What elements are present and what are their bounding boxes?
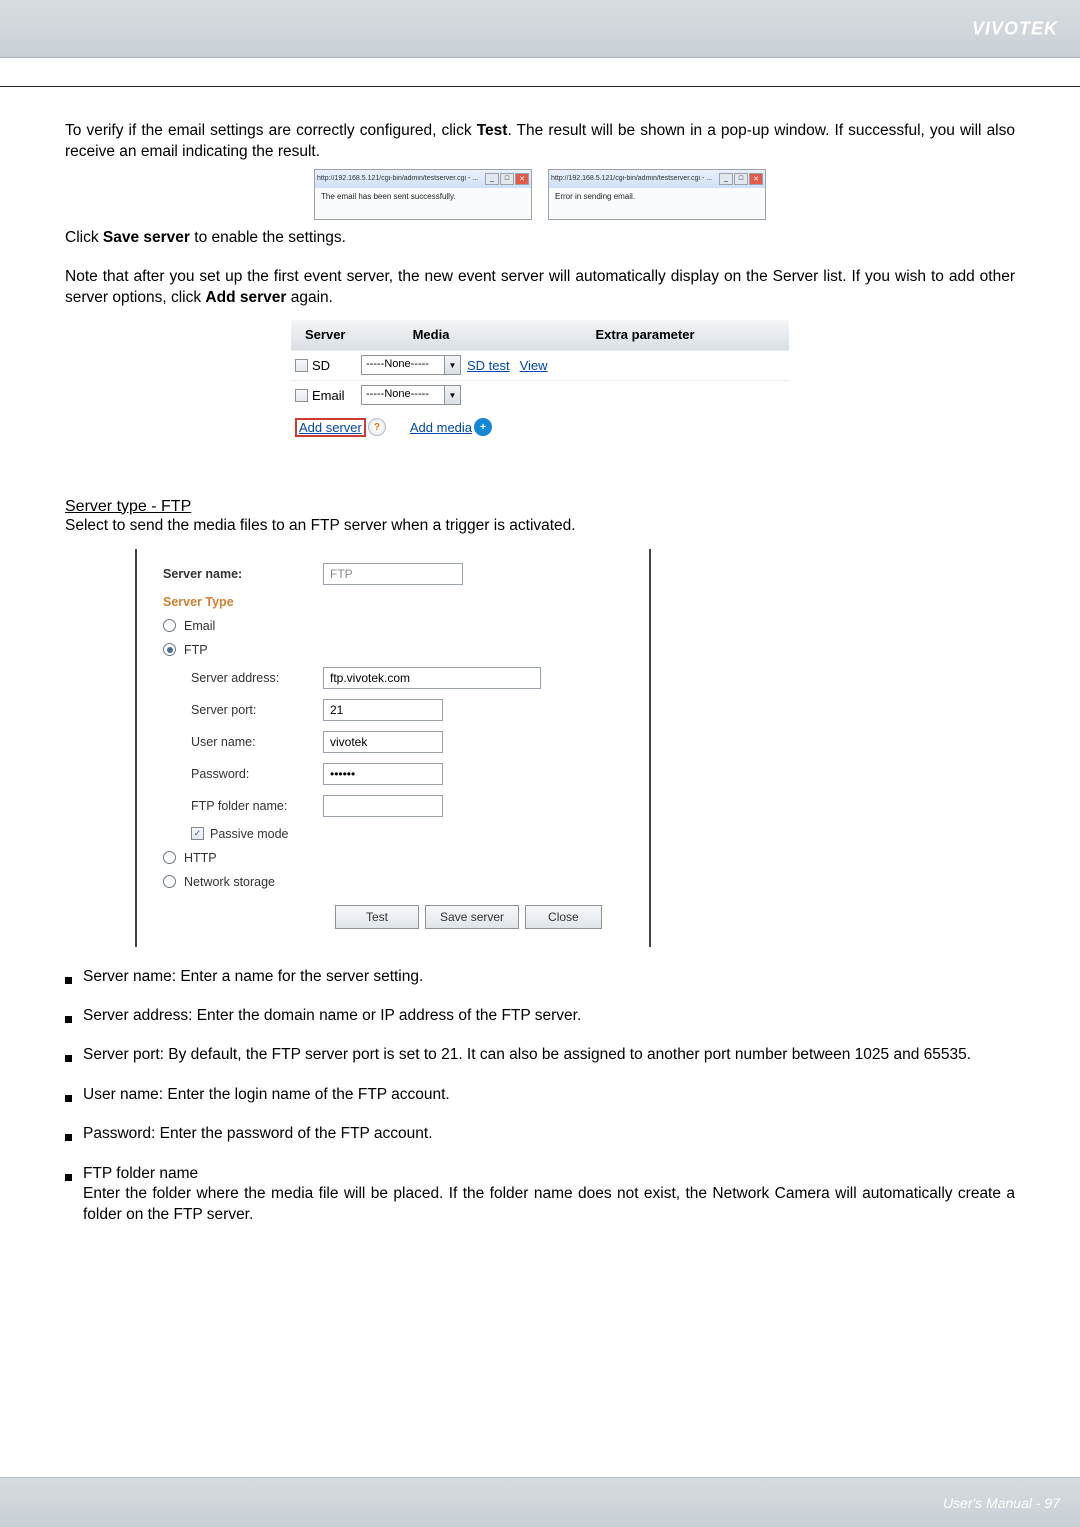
user-label: User name: bbox=[163, 735, 323, 749]
user-input[interactable] bbox=[323, 731, 443, 753]
add-media-link[interactable]: Add media bbox=[410, 420, 472, 435]
row-sd: SD -----None----- ▼ SD test View bbox=[291, 350, 789, 380]
addr-label: Server address: bbox=[163, 671, 323, 685]
pass-input[interactable] bbox=[323, 763, 443, 785]
close-button[interactable]: Close bbox=[525, 905, 602, 929]
minimize-icon[interactable]: _ bbox=[485, 173, 499, 185]
bullet-server-address: Server address: Enter the domain name or… bbox=[83, 1006, 1015, 1029]
popup-success-body: The email has been sent successfully. bbox=[315, 188, 531, 219]
save-server-button[interactable]: Save server bbox=[425, 905, 519, 929]
sd-media-select[interactable]: -----None----- ▼ bbox=[361, 355, 461, 375]
page-footer: User's Manual - 97 bbox=[0, 1477, 1080, 1527]
bullet-icon bbox=[65, 1174, 72, 1181]
passive-checkbox[interactable]: ✓ bbox=[191, 827, 204, 840]
server-name-input[interactable] bbox=[323, 563, 463, 585]
minimize-icon[interactable]: _ bbox=[719, 173, 733, 185]
opt-ns-label: Network storage bbox=[184, 875, 275, 889]
col-media: Media bbox=[361, 327, 501, 342]
col-extra: Extra parameter bbox=[501, 327, 789, 342]
click-save-paragraph: Click Save server to enable the settings… bbox=[65, 228, 1015, 249]
maximize-icon[interactable]: □ bbox=[500, 173, 514, 185]
popup-error-body: Error in sending email. bbox=[549, 188, 765, 219]
verify-email-paragraph: To verify if the email settings are corr… bbox=[65, 121, 1015, 163]
radio-ftp[interactable] bbox=[163, 643, 176, 656]
email-checkbox[interactable] bbox=[295, 389, 308, 402]
plus-icon[interactable]: + bbox=[474, 418, 492, 436]
ftp-section-title: Server type - FTP bbox=[65, 498, 1015, 516]
sd-label: SD bbox=[312, 358, 330, 373]
bullet-user-name: User name: Enter the login name of the F… bbox=[83, 1085, 1015, 1108]
ftp-field-descriptions: Server name: Enter a name for the server… bbox=[65, 967, 1015, 1226]
bullet-icon bbox=[65, 1095, 72, 1102]
pass-label: Password: bbox=[163, 767, 323, 781]
port-input[interactable] bbox=[323, 699, 443, 721]
folder-label: FTP folder name: bbox=[163, 799, 323, 813]
maximize-icon[interactable]: □ bbox=[734, 173, 748, 185]
popup-error-title: http://192.168.5.121/cgi-bin/admin/tests… bbox=[551, 175, 719, 182]
email-media-select[interactable]: -----None----- ▼ bbox=[361, 385, 461, 405]
server-name-label: Server name: bbox=[163, 567, 323, 581]
opt-email-label: Email bbox=[184, 619, 215, 633]
bullet-server-port: Server port: By default, the FTP server … bbox=[83, 1045, 1015, 1068]
folder-input[interactable] bbox=[323, 795, 443, 817]
test-result-popups: http://192.168.5.121/cgi-bin/admin/tests… bbox=[65, 169, 1015, 220]
header-bar: VIVOTEK bbox=[0, 0, 1080, 58]
passive-label: Passive mode bbox=[210, 827, 289, 841]
chevron-down-icon: ▼ bbox=[444, 356, 460, 374]
col-server: Server bbox=[291, 327, 361, 342]
bullet-server-name: Server name: Enter a name for the server… bbox=[83, 967, 1015, 990]
chevron-down-icon: ▼ bbox=[444, 386, 460, 404]
bullet-icon bbox=[65, 1134, 72, 1141]
add-server-link[interactable]: Add server bbox=[295, 418, 366, 437]
radio-email[interactable] bbox=[163, 619, 176, 632]
bullet-icon bbox=[65, 1055, 72, 1062]
help-icon[interactable]: ? bbox=[368, 418, 386, 436]
sd-view-link[interactable]: View bbox=[520, 358, 548, 373]
addr-input[interactable] bbox=[323, 667, 541, 689]
ftp-panel: Server name: Server Type Email FTP Serve… bbox=[135, 549, 651, 947]
port-label: Server port: bbox=[163, 703, 323, 717]
footer-text: User's Manual - 97 bbox=[943, 1495, 1060, 1511]
opt-http-label: HTTP bbox=[184, 851, 217, 865]
brand-logo: VIVOTEK bbox=[972, 18, 1058, 39]
ftp-section-desc: Select to send the media files to an FTP… bbox=[65, 516, 1015, 537]
popup-error: http://192.168.5.121/cgi-bin/admin/tests… bbox=[548, 169, 766, 220]
sd-checkbox[interactable] bbox=[295, 359, 308, 372]
close-icon[interactable]: ✕ bbox=[515, 173, 529, 185]
opt-ftp-label: FTP bbox=[184, 643, 208, 657]
radio-ns[interactable] bbox=[163, 875, 176, 888]
test-button[interactable]: Test bbox=[335, 905, 419, 929]
sd-test-link[interactable]: SD test bbox=[467, 358, 510, 373]
bullet-icon bbox=[65, 977, 72, 984]
note-paragraph: Note that after you set up the first eve… bbox=[65, 267, 1015, 309]
radio-http[interactable] bbox=[163, 851, 176, 864]
popup-success: http://192.168.5.121/cgi-bin/admin/tests… bbox=[314, 169, 532, 220]
row-email: Email -----None----- ▼ bbox=[291, 380, 789, 410]
server-list-panel: Server Media Extra parameter SD -----Non… bbox=[290, 319, 790, 442]
server-type-heading: Server Type bbox=[163, 595, 627, 609]
bullet-icon bbox=[65, 1016, 72, 1023]
bullet-password: Password: Enter the password of the FTP … bbox=[83, 1124, 1015, 1147]
popup-success-title: http://192.168.5.121/cgi-bin/admin/tests… bbox=[317, 175, 485, 182]
bullet-ftp-folder: FTP folder nameEnter the folder where th… bbox=[83, 1164, 1015, 1225]
email-label: Email bbox=[312, 388, 345, 403]
close-icon[interactable]: ✕ bbox=[749, 173, 763, 185]
